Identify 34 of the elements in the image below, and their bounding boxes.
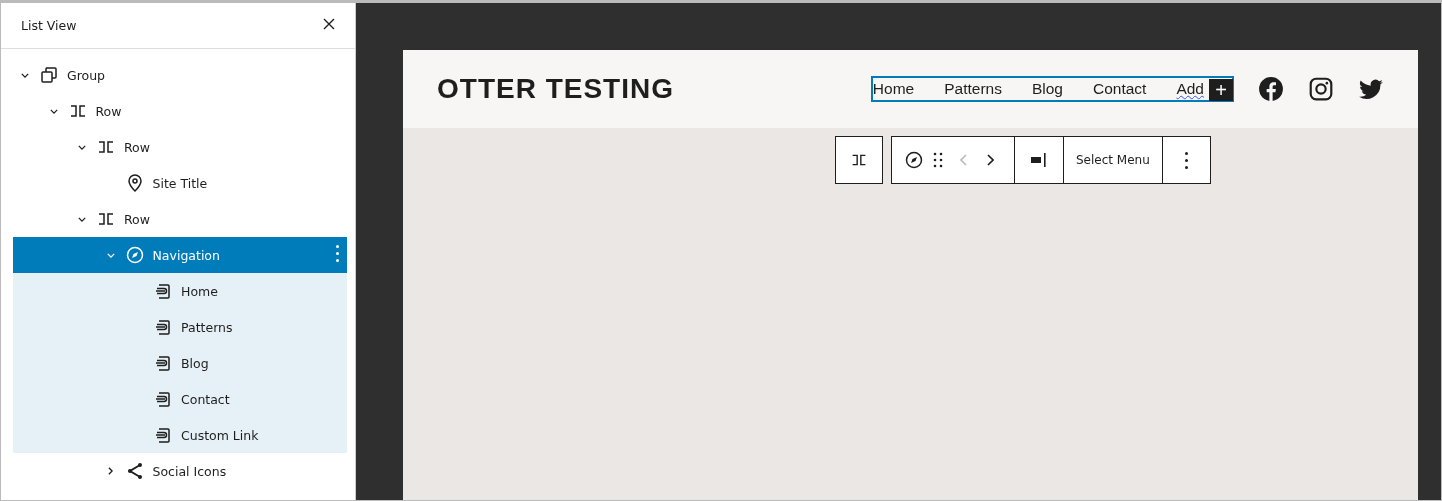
instagram-icon [1308,76,1334,102]
add-block-button[interactable]: + [1209,79,1233,101]
site-title: OTTER TESTING [437,73,674,105]
nav-link[interactable]: Add [1176,80,1204,98]
chevron-right-icon [108,467,113,475]
tree-item[interactable]: Row [13,129,347,165]
tree-item[interactable]: Patterns [13,309,347,345]
tree-item[interactable]: Site Title [13,165,347,201]
navigation-block[interactable]: Home Patterns Blog Contact Add + [870,76,1234,102]
nav-link[interactable]: Blog [1031,80,1063,98]
tree-item[interactable]: Row [13,201,347,237]
facebook-icon [1258,76,1284,102]
nav-link[interactable]: Patterns [944,80,1002,98]
nav-link[interactable]: Home [872,80,915,98]
panel-title: List View [21,18,77,33]
tree-item[interactable]: Social Icons [13,453,347,489]
chevron-left-icon [960,154,967,166]
chevron-down-icon [78,216,86,222]
nav-link[interactable]: Contact [1093,80,1147,98]
chevron-right-icon [987,154,994,166]
chevron-down-icon [106,252,115,258]
tree-item[interactable]: Group [13,57,347,93]
tree-item[interactable]: Home [13,273,347,309]
tree-item[interactable]: Row [13,93,347,129]
chevron-down-icon [78,144,86,150]
tree-item[interactable]: Navigation [13,237,347,273]
tree-item[interactable]: Custom Link [13,417,347,453]
tree-item[interactable]: Blog [13,345,347,381]
more-icon [336,245,339,262]
chevron-down-icon [49,108,58,114]
bird-icon [1358,76,1384,102]
more-icon [1184,151,1188,169]
chevron-down-icon [21,72,29,78]
tree-item[interactable]: Contact [13,381,347,417]
